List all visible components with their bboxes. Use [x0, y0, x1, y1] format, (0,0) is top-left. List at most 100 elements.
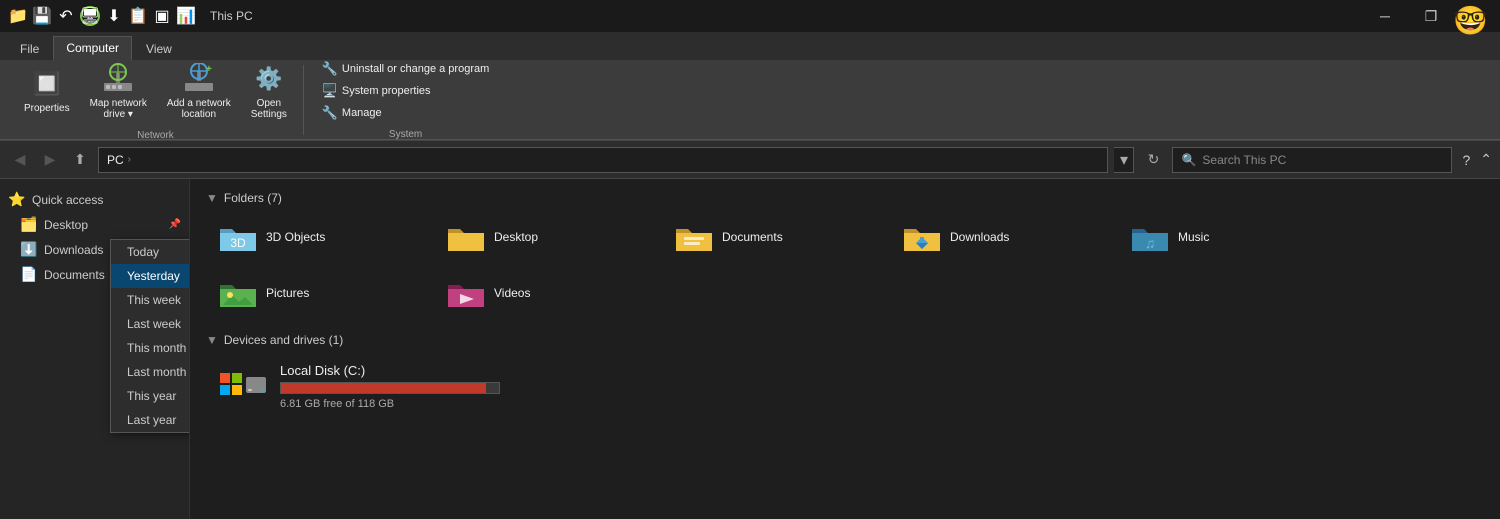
properties-icon: 🔲 [31, 68, 63, 100]
folder-icon-desktop [446, 219, 486, 255]
dropdown-item-last-year[interactable]: Last year [111, 408, 190, 432]
dropdown-item-this-week[interactable]: This week [111, 288, 190, 312]
dropdown-item-today[interactable]: Today [111, 240, 190, 264]
svg-text:+: + [206, 64, 212, 75]
tb-icon-screen-highlighted[interactable]: 🖥 [80, 6, 100, 26]
folder-item-documents[interactable]: Documents [662, 213, 882, 261]
ribbon: File Computer View 🔲 Properties [0, 32, 1500, 141]
tb-icon-0[interactable]: 📁 [8, 6, 28, 26]
folder-icon-pictures [218, 275, 258, 311]
ribbon-btn-map-network[interactable]: Map networkdrive ▾ [82, 59, 155, 124]
star-icon: ⭐ [8, 191, 26, 208]
ribbon-btn-uninstall[interactable]: 🔧 Uninstall or change a program [316, 59, 495, 79]
documents-label: Documents [44, 268, 105, 282]
folder-item-pictures[interactable]: Pictures [206, 269, 426, 317]
path-text: PC [107, 153, 124, 167]
back-button[interactable]: ◀ [8, 148, 32, 172]
drive-space-c: 6.81 GB free of 118 GB [280, 398, 500, 410]
tab-file[interactable]: File [8, 37, 51, 60]
character-avatar: 🤓 [1453, 4, 1488, 37]
uninstall-label: Uninstall or change a program [342, 63, 489, 75]
map-network-label: Map networkdrive ▾ [90, 98, 147, 120]
dropdown-item-this-year[interactable]: This year [111, 384, 190, 408]
devices-chevron[interactable]: ▼ [206, 333, 218, 347]
ribbon-btn-open-settings[interactable]: ⚙️ OpenSettings [243, 59, 295, 124]
folders-chevron[interactable]: ▼ [206, 191, 218, 205]
address-path[interactable]: PC › [98, 147, 1108, 173]
folder-item-music[interactable]: ♫ Music [1118, 213, 1338, 261]
drive-icon-c [218, 365, 268, 409]
tb-icon-4[interactable]: ⬇ [104, 6, 124, 26]
title-bar-icons: 📁 💾 ↶ 🖥 ⬇ 📋 ▣ 📊 [8, 6, 196, 26]
manage-icon: 🔧 [322, 105, 338, 121]
tb-icon-2[interactable]: ↶ [56, 6, 76, 26]
ribbon-content: 🔲 Properties [0, 60, 1500, 140]
tb-icon-7[interactable]: 📊 [176, 6, 196, 26]
up-button[interactable]: ⬆ [68, 148, 92, 172]
folder-item-downloads[interactable]: Downloads [890, 213, 1110, 261]
folder-name-documents: Documents [722, 230, 783, 244]
manage-label: Manage [342, 107, 382, 119]
folder-name-music: Music [1178, 230, 1209, 244]
dropdown-item-yesterday[interactable]: Yesterday [111, 264, 190, 288]
folder-item-desktop[interactable]: Desktop [434, 213, 654, 261]
sidebar: ⭐ Quick access 🗂️ Desktop 📌 ⬇️ Downloads… [0, 179, 190, 519]
devices-section-header: ▼ Devices and drives (1) [206, 333, 1484, 347]
search-icon: 🔍 [1181, 153, 1196, 167]
folders-section-header: ▼ Folders (7) [206, 191, 1484, 205]
folder-icon-downloads [902, 219, 942, 255]
search-box[interactable]: 🔍 Search This PC [1172, 147, 1452, 173]
main-layout: ⭐ Quick access 🗂️ Desktop 📌 ⬇️ Downloads… [0, 179, 1500, 519]
add-network-icon: + [183, 63, 215, 95]
ribbon-btn-add-network[interactable]: + Add a networklocation [159, 59, 239, 124]
folder-name-3dobjects: 3D Objects [266, 230, 325, 244]
address-dropdown-button[interactable]: ▾ [1114, 147, 1134, 173]
drive-item-c[interactable]: Local Disk (C:) 6.81 GB free of 118 GB [206, 355, 1484, 418]
forward-button[interactable]: ▶ [38, 148, 62, 172]
network-group-label: Network [137, 130, 174, 141]
dropdown-item-this-month[interactable]: This month [111, 336, 190, 360]
svg-text:3D: 3D [230, 236, 246, 250]
tb-icon-1[interactable]: 💾 [32, 6, 52, 26]
refresh-button[interactable]: ↻ [1140, 147, 1166, 173]
content-area: ▼ Folders (7) 3D 3D Objects [190, 179, 1500, 519]
folder-name-pictures: Pictures [266, 286, 309, 300]
properties-label: Properties [24, 103, 70, 114]
ribbon-btn-system-props[interactable]: 🖥️ System properties [316, 81, 495, 101]
uninstall-icon: 🔧 [322, 61, 338, 77]
tab-view[interactable]: View [134, 37, 184, 60]
address-bar: ◀ ▶ ⬆ PC › ▾ ↻ 🔍 Search This PC ? ⌃ [0, 141, 1500, 179]
desktop-pin-icon: 📌 [169, 219, 181, 230]
folders-title: Folders (7) [224, 191, 282, 205]
ribbon-btn-properties[interactable]: 🔲 Properties [16, 59, 78, 124]
minimize-button[interactable]: ─ [1362, 0, 1408, 32]
ribbon-btn-manage[interactable]: 🔧 Manage [316, 103, 495, 123]
folder-name-downloads: Downloads [950, 230, 1009, 244]
tab-computer[interactable]: Computer [53, 36, 132, 60]
title-text: This PC [210, 9, 253, 23]
folder-name-videos: Videos [494, 286, 530, 300]
sidebar-item-quickaccess[interactable]: ⭐ Quick access [0, 187, 189, 212]
system-props-icon: 🖥️ [322, 83, 338, 99]
folder-name-desktop: Desktop [494, 230, 538, 244]
expand-ribbon-button[interactable]: ⌃ [1480, 151, 1492, 168]
folder-item-3dobjects[interactable]: 3D 3D Objects [206, 213, 426, 261]
svg-text:♫: ♫ [1145, 235, 1156, 251]
folder-icon-3dobjects: 3D [218, 219, 258, 255]
drive-info-c: Local Disk (C:) 6.81 GB free of 118 GB [280, 363, 500, 410]
drive-name-c: Local Disk (C:) [280, 363, 500, 378]
folder-icon-videos [446, 275, 486, 311]
dropdown-menu: Today Yesterday This week Last week This… [110, 239, 190, 433]
dropdown-item-last-month[interactable]: Last month [111, 360, 190, 384]
tb-icon-5[interactable]: 📋 [128, 6, 148, 26]
restore-button[interactable]: ❐ [1408, 0, 1454, 32]
open-settings-label: OpenSettings [251, 98, 287, 120]
folder-item-videos[interactable]: Videos [434, 269, 654, 317]
system-props-label: System properties [342, 85, 431, 97]
system-group-label: System [389, 129, 422, 140]
help-button[interactable]: ? [1462, 152, 1470, 168]
sidebar-item-desktop[interactable]: 🗂️ Desktop 📌 [0, 212, 189, 237]
devices-title: Devices and drives (1) [224, 333, 343, 347]
dropdown-item-last-week[interactable]: Last week [111, 312, 190, 336]
tb-icon-6[interactable]: ▣ [152, 6, 172, 26]
